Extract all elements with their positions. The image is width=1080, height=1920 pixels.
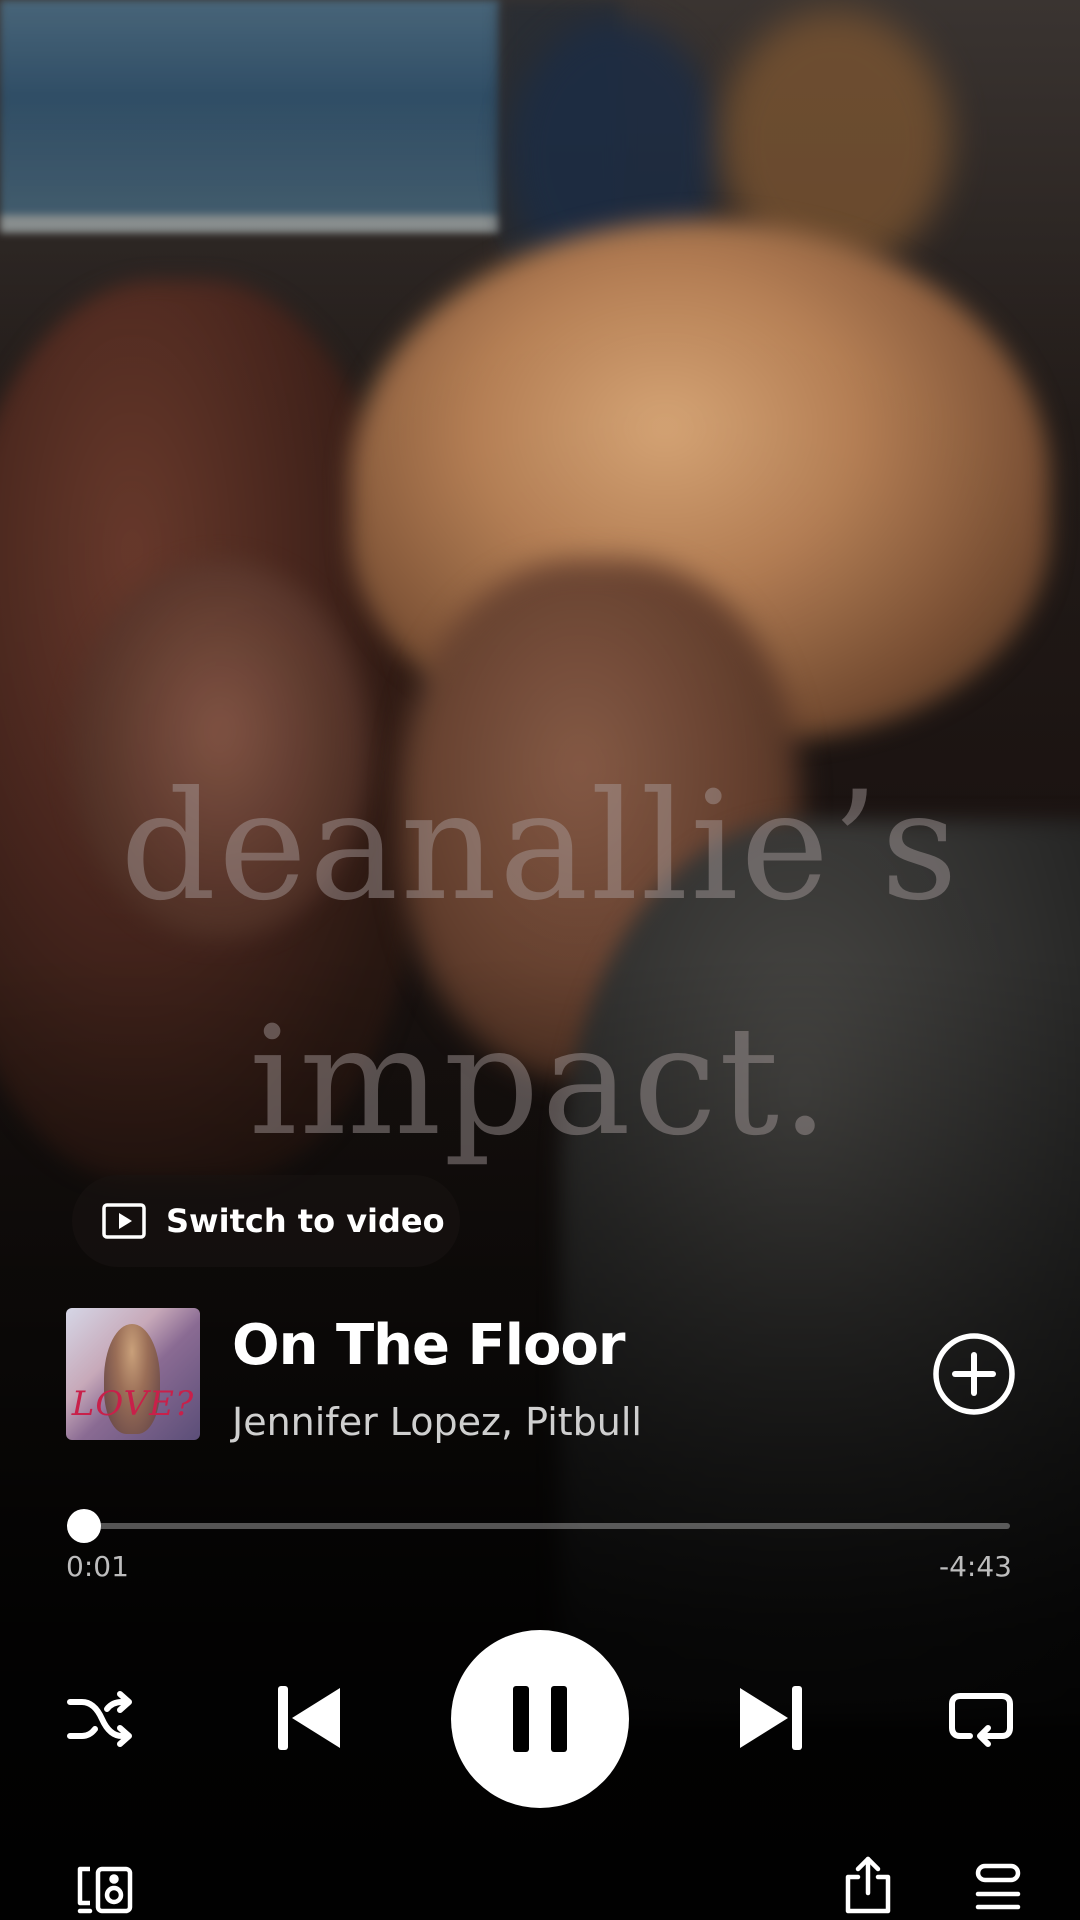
share-icon [845, 1856, 891, 1914]
track-artists[interactable]: Jennifer Lopez, Pitbull [232, 1400, 642, 1444]
skip-previous-icon [278, 1686, 340, 1750]
add-to-library-button[interactable] [932, 1332, 1016, 1416]
track-title[interactable]: On The Floor [232, 1313, 626, 1378]
time-elapsed: 0:01 [66, 1550, 129, 1583]
shuffle-button[interactable] [66, 1688, 136, 1750]
overlay-text-line1: deanallie’s [120, 760, 960, 934]
connect-devices-button[interactable] [76, 1865, 134, 1915]
overlay-text-line2: impact. [249, 995, 831, 1169]
connect-devices-icon [77, 1866, 133, 1914]
skip-next-icon [740, 1686, 802, 1750]
queue-button[interactable] [974, 1862, 1022, 1912]
album-art[interactable]: LOVE? [66, 1308, 200, 1440]
previous-button[interactable] [274, 1682, 344, 1754]
pause-button[interactable] [451, 1630, 629, 1808]
pause-icon [513, 1686, 567, 1752]
time-remaining: -4:43 [939, 1550, 1012, 1583]
repeat-button[interactable] [948, 1690, 1014, 1748]
next-button[interactable] [736, 1682, 806, 1754]
queue-icon [975, 1863, 1021, 1910]
progress-bar[interactable] [66, 1509, 1010, 1543]
switch-to-video-button[interactable]: Switch to video [72, 1175, 460, 1267]
shuffle-icon [67, 1691, 132, 1747]
video-play-icon [102, 1203, 146, 1239]
progress-knob[interactable] [66, 1509, 101, 1543]
repeat-icon [949, 1693, 1013, 1747]
album-art-text: LOVE? [71, 1384, 195, 1424]
share-button[interactable] [842, 1855, 894, 1915]
switch-to-video-label: Switch to video [166, 1202, 445, 1240]
plus-circle-icon [933, 1333, 1015, 1415]
